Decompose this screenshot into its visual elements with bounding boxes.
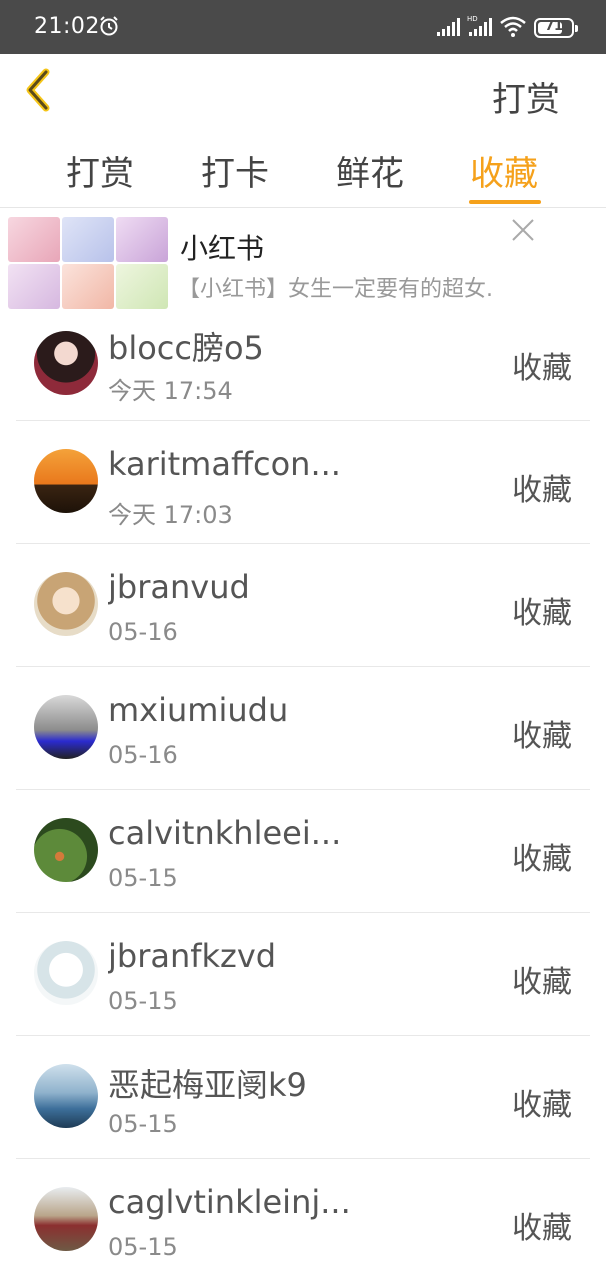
favorite-label: 收藏 <box>512 596 572 631</box>
favorite-label: 收藏 <box>512 1088 572 1123</box>
favorite-date: 05-16 <box>108 618 178 646</box>
favorite-date: 05-15 <box>108 864 178 892</box>
ad-thumbnail <box>62 217 114 262</box>
user-name: jbranfkzvd <box>108 937 277 975</box>
battery-icon: 71 <box>534 18 578 38</box>
ad-banner[interactable]: 小红书 【小红书】女生一定要有的超女. <box>0 209 606 309</box>
ad-description: 【小红书】女生一定要有的超女. <box>178 277 493 302</box>
tab-flowers[interactable]: 鲜花 <box>336 146 404 195</box>
header-reward-button[interactable]: 打赏 <box>492 72 560 121</box>
tab-checkin[interactable]: 打卡 <box>201 146 269 195</box>
active-tab-indicator <box>469 200 541 204</box>
favorite-date: 今天 17:03 <box>108 501 233 529</box>
ad-thumbnail <box>62 264 114 309</box>
user-name: 恶起梅亚阌k9 <box>108 1066 307 1104</box>
back-button[interactable] <box>20 68 60 112</box>
avatar <box>34 1064 98 1128</box>
favorite-date: 05-15 <box>108 1110 178 1138</box>
user-name: caglvtinkleinj... <box>108 1183 351 1221</box>
status-bar: 21:02 HD 71 <box>0 0 606 54</box>
close-icon[interactable] <box>510 217 536 243</box>
ad-title: 小红书 <box>180 232 265 265</box>
user-name: blocc膀o5 <box>108 329 264 367</box>
favorite-date: 05-16 <box>108 741 178 769</box>
list-item[interactable]: jbranfkzvd 05-15 收藏 <box>16 913 590 1036</box>
status-time: 21:02 <box>34 14 100 39</box>
battery-level: 71 <box>544 19 564 34</box>
ad-thumbnail-grid <box>8 217 168 309</box>
chevron-left-icon <box>26 68 50 112</box>
favorite-date: 今天 17:54 <box>108 377 233 405</box>
favorites-list: blocc膀o5 今天 17:54 收藏 karitmaffcon... 今天 … <box>16 309 590 1280</box>
user-name: karitmaffcon... <box>108 445 341 483</box>
list-item[interactable]: blocc膀o5 今天 17:54 收藏 <box>16 309 590 421</box>
list-item[interactable]: karitmaffcon... 今天 17:03 收藏 <box>16 421 590 544</box>
list-item[interactable]: caglvtinkleinj... 05-15 收藏 <box>16 1159 590 1280</box>
app-header: 打赏 <box>0 54 606 128</box>
tab-reward[interactable]: 打赏 <box>66 146 134 195</box>
cellular-signal-icon <box>437 18 460 36</box>
hd-signal-icon: HD <box>467 15 492 36</box>
favorite-date: 05-15 <box>108 987 178 1015</box>
wifi-icon <box>500 16 526 37</box>
user-name: mxiumiudu <box>108 691 289 729</box>
avatar <box>34 572 98 636</box>
ad-thumbnail <box>8 264 60 309</box>
favorite-date: 05-15 <box>108 1233 178 1261</box>
avatar <box>34 331 98 395</box>
avatar <box>34 818 98 882</box>
favorite-label: 收藏 <box>512 965 572 1000</box>
ad-thumbnail <box>116 264 168 309</box>
ad-thumbnail <box>8 217 60 262</box>
favorite-label: 收藏 <box>512 473 572 508</box>
favorite-label: 收藏 <box>512 842 572 877</box>
favorite-label: 收藏 <box>512 1211 572 1246</box>
svg-text:HD: HD <box>467 15 478 23</box>
tab-bar: 打赏 打卡 鲜花 收藏 <box>0 128 606 208</box>
list-item[interactable]: calvitnkhleei... 05-15 收藏 <box>16 790 590 913</box>
avatar <box>34 449 98 513</box>
list-item[interactable]: 恶起梅亚阌k9 05-15 收藏 <box>16 1036 590 1159</box>
avatar <box>34 695 98 759</box>
list-item[interactable]: jbranvud 05-16 收藏 <box>16 544 590 667</box>
tab-favorites[interactable]: 收藏 <box>470 146 538 195</box>
alarm-icon <box>100 16 118 36</box>
favorite-label: 收藏 <box>512 351 572 386</box>
favorite-label: 收藏 <box>512 719 572 754</box>
user-name: calvitnkhleei... <box>108 814 342 852</box>
ad-thumbnail <box>116 217 168 262</box>
avatar <box>34 941 98 1005</box>
user-name: jbranvud <box>108 568 250 606</box>
list-item[interactable]: mxiumiudu 05-16 收藏 <box>16 667 590 790</box>
avatar <box>34 1187 98 1251</box>
